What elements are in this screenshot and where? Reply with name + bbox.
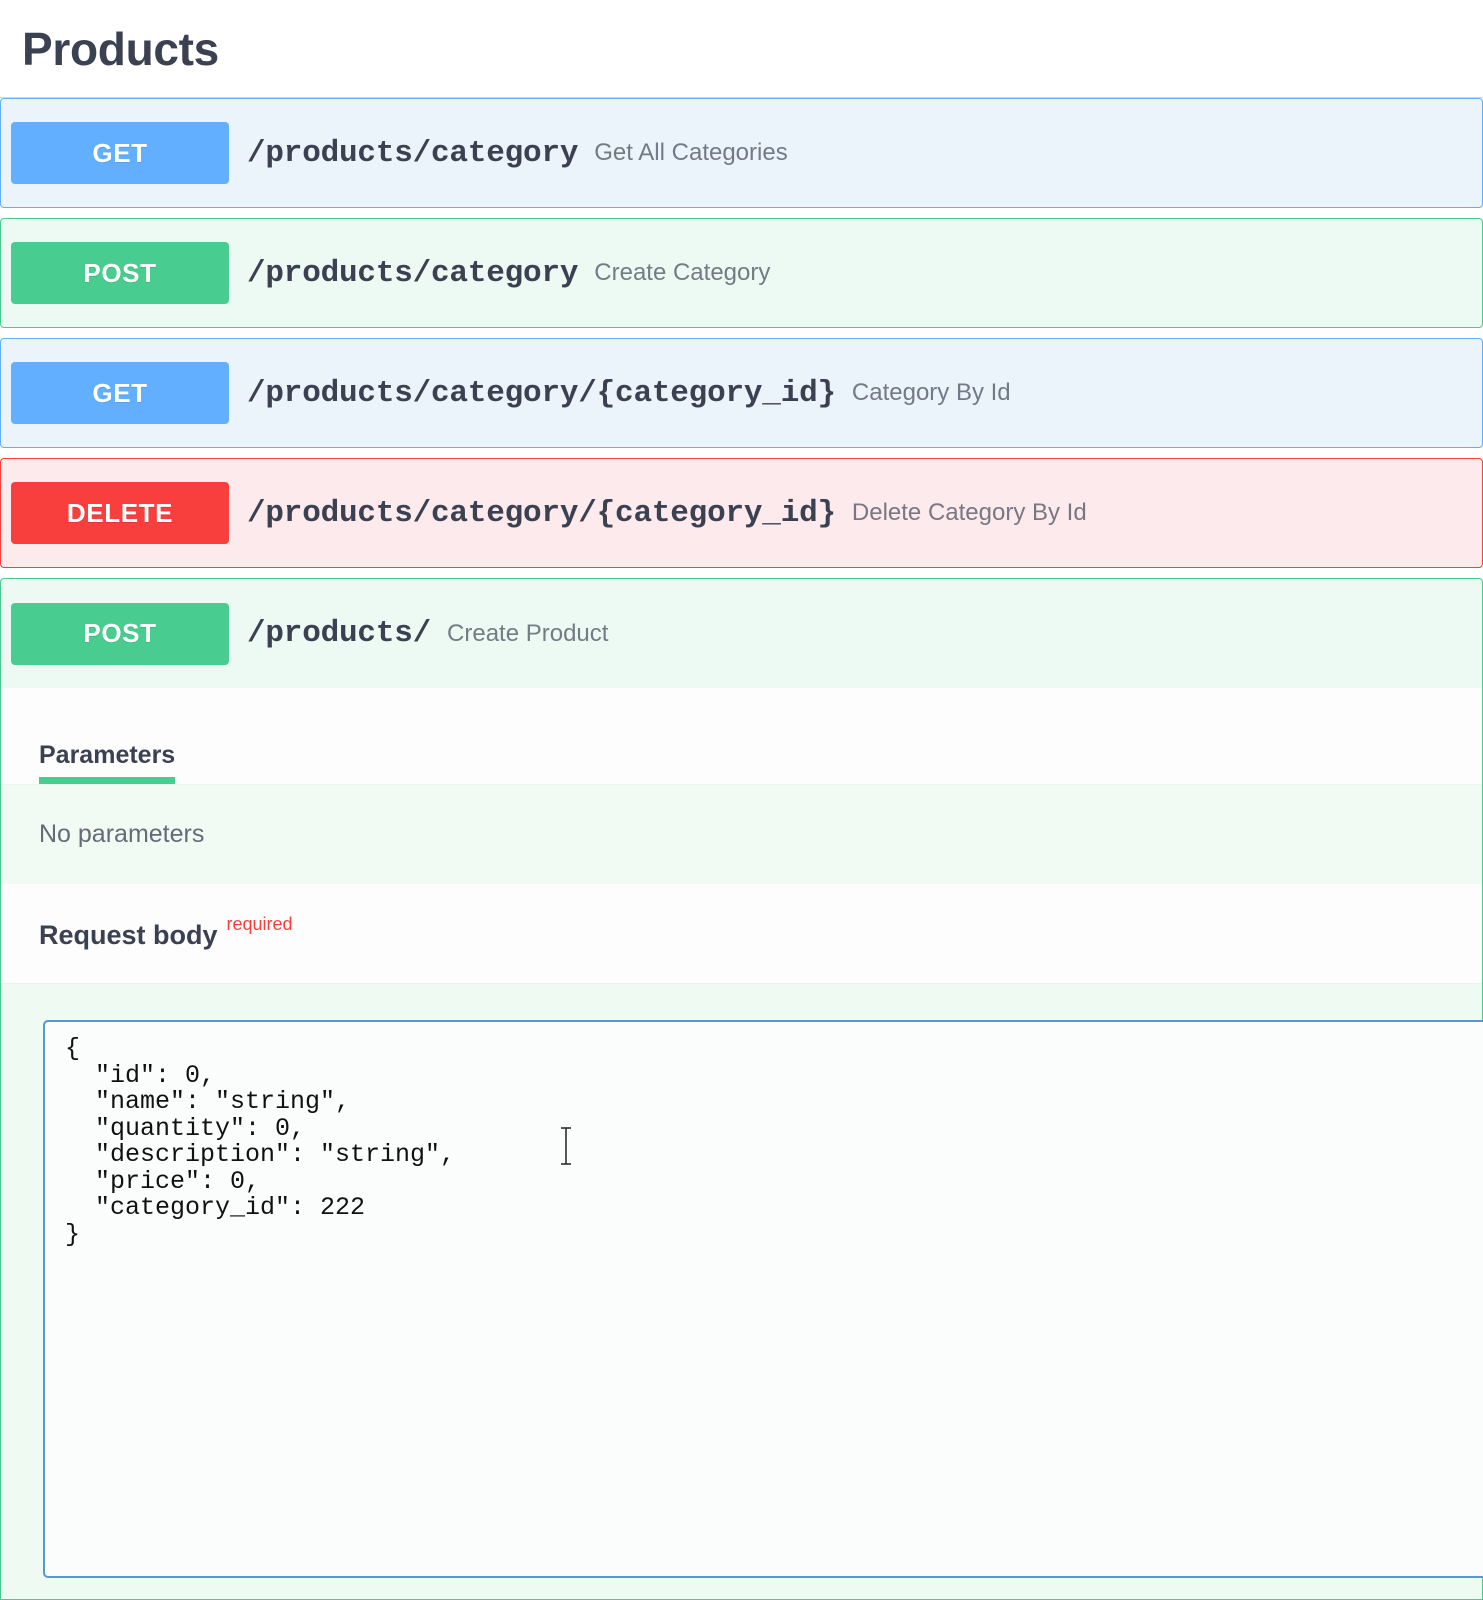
method-badge-delete: DELETE: [11, 482, 229, 544]
operations-list: GET /products/category Get All Categorie…: [0, 98, 1483, 1600]
required-badge: required: [227, 914, 293, 935]
operation-path: /products/category: [247, 136, 578, 171]
page-title: Products: [22, 26, 219, 72]
operation-summary: Create Category: [594, 259, 770, 287]
operation-row-get-category-by-id[interactable]: GET /products/category/{category_id} Cat…: [0, 338, 1483, 448]
parameters-empty-message: No parameters: [1, 784, 1482, 884]
request-body-textarea[interactable]: { "id": 0, "name": "string", "quantity":…: [43, 1020, 1483, 1578]
operation-path: /products/category/{category_id}: [247, 376, 836, 411]
tab-parameters[interactable]: Parameters: [39, 741, 175, 784]
method-badge-post: POST: [11, 242, 229, 304]
method-badge-get: GET: [11, 362, 229, 424]
operation-path: /products/: [247, 616, 431, 651]
request-body-header: Request body required: [1, 884, 1482, 984]
method-badge-get: GET: [11, 122, 229, 184]
tag-header[interactable]: Products: [0, 0, 1483, 98]
operation-row-post-products-create-product[interactable]: POST /products/ Create Product: [0, 578, 1483, 688]
request-body-label: Request body: [39, 922, 218, 949]
operation-tabs: Parameters: [1, 688, 1482, 784]
operation-summary: Create Product: [447, 620, 608, 648]
method-badge-post: POST: [11, 603, 229, 665]
request-body-editor-container: { "id": 0, "name": "string", "quantity":…: [1, 984, 1482, 1599]
operation-summary: Category By Id: [852, 379, 1011, 407]
operation-path: /products/category: [247, 256, 578, 291]
operation-detail-panel: Parameters No parameters Request body re…: [0, 688, 1483, 1600]
operation-row-get-products-category[interactable]: GET /products/category Get All Categorie…: [0, 98, 1483, 208]
operation-summary: Get All Categories: [594, 139, 787, 167]
swagger-ui-page: Products GET /products/category Get All …: [0, 0, 1483, 1600]
operation-row-post-products-category[interactable]: POST /products/category Create Category: [0, 218, 1483, 328]
operation-row-delete-category-by-id[interactable]: DELETE /products/category/{category_id} …: [0, 458, 1483, 568]
operation-summary: Delete Category By Id: [852, 499, 1087, 527]
operation-path: /products/category/{category_id}: [247, 496, 836, 531]
tag-section-products: Products: [0, 0, 1483, 98]
